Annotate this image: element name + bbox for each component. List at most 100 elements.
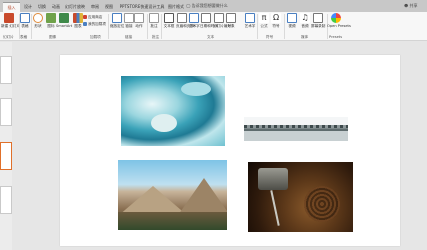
- symbol-button[interactable]: Ω 符号: [270, 13, 282, 33]
- store-icon: [83, 15, 87, 19]
- symbol-label: 符号: [272, 24, 280, 28]
- shapes-label: 形状: [34, 24, 42, 28]
- screen-recording-icon: [313, 13, 323, 23]
- action-label: 动作: [135, 24, 143, 28]
- divider: [284, 14, 285, 39]
- video-label: 视频: [288, 24, 296, 28]
- slide-thumbnail[interactable]: [0, 98, 12, 126]
- date-time-label: 日期和时间: [200, 24, 218, 28]
- slide-canvas[interactable]: [60, 55, 400, 246]
- share-button[interactable]: ☻ 共享: [404, 2, 417, 9]
- audio-button[interactable]: ♫ 音频: [299, 13, 311, 33]
- new-slide-button[interactable]: 新建 幻灯片: [1, 13, 20, 33]
- slide-thumbnail-panel[interactable]: [0, 42, 12, 250]
- header-footer-label: 页眉和页脚: [176, 24, 194, 28]
- textbox-button[interactable]: 文本框: [163, 13, 175, 33]
- tab-design[interactable]: 设计: [21, 2, 35, 12]
- table-icon: [20, 13, 30, 23]
- pi-icon: π: [259, 13, 269, 23]
- slide-number-button[interactable]: 幻灯片编号: [213, 13, 231, 33]
- comment-icon: [149, 13, 159, 23]
- divider: [147, 14, 148, 39]
- slide-thumbnail-selected[interactable]: [0, 142, 12, 170]
- lightbulb-icon: ◯: [186, 3, 191, 8]
- calendar-icon: [201, 13, 211, 23]
- object-button[interactable]: 对象: [226, 13, 236, 33]
- chart-icon: [73, 13, 83, 23]
- person-icon: ☻: [404, 3, 409, 8]
- wordart-label: 艺术字: [189, 24, 200, 28]
- tab-view[interactable]: 视图: [102, 2, 116, 12]
- ribbon: 新建 幻灯片 表格 形状 图标 SmartArt 图表 应用商店 我的加载项 缩…: [0, 12, 427, 41]
- wordart-button[interactable]: 艺术字: [189, 13, 200, 33]
- tab-insert[interactable]: 插入: [3, 2, 20, 12]
- action-button[interactable]: 动作: [134, 13, 144, 33]
- equation-label: 公式: [260, 24, 268, 28]
- object-label: 对象: [227, 24, 235, 28]
- tab-slideshow[interactable]: 幻灯片放映: [63, 2, 87, 12]
- tell-me-box[interactable]: ◯ 告诉我您想要做什么: [186, 2, 294, 9]
- screen-recording-button[interactable]: 屏幕录制: [311, 13, 325, 33]
- my-addins-label: 我的加载项: [88, 22, 106, 26]
- screen-recording-label: 屏幕录制: [311, 24, 326, 28]
- smartart-icon: [59, 13, 69, 23]
- comment-label: 批注: [150, 24, 158, 28]
- group-label-media: 媒体: [301, 35, 309, 39]
- table-button[interactable]: 表格: [20, 13, 30, 33]
- group-label-tables: 表格: [20, 35, 28, 39]
- shapes-icon: [33, 13, 43, 23]
- ice-image-detail: [151, 114, 177, 132]
- group-label-symbols: 符号: [266, 35, 274, 39]
- coffee-image[interactable]: [248, 162, 353, 232]
- group-label-comments: 批注: [152, 35, 160, 39]
- divider: [108, 14, 109, 39]
- smartart-label: SmartArt: [56, 24, 73, 28]
- mountain-image[interactable]: [118, 160, 227, 230]
- link-button[interactable]: 链接: [124, 13, 134, 33]
- my-addins-button[interactable]: 我的加载项: [83, 22, 106, 27]
- addins-icon: [83, 22, 87, 26]
- slide-number-label: 幻灯片编号: [213, 24, 231, 28]
- ribbon-tab-bar: 插入 设计 切换 动画 幻灯片放映 审阅 视图 PPTSTORE快速设计工具 图…: [0, 0, 427, 12]
- lake-image-detail: [244, 125, 348, 128]
- lake-image[interactable]: [244, 117, 348, 141]
- icons-icon: [46, 13, 56, 23]
- video-button[interactable]: 视频: [286, 13, 298, 33]
- header-footer-button[interactable]: 页眉和页脚: [176, 13, 194, 33]
- speaker-icon: ♫: [300, 13, 310, 23]
- link-icon: [124, 13, 134, 23]
- store-button[interactable]: 应用商店: [83, 15, 102, 20]
- ice-image[interactable]: [121, 76, 225, 146]
- link-label: 链接: [125, 24, 133, 28]
- tab-transitions[interactable]: 切换: [35, 2, 49, 12]
- group-label-addins: 加载项: [90, 35, 101, 39]
- group-label-links: 链接: [125, 35, 133, 39]
- textbox-label: 文本框: [163, 24, 175, 28]
- wordart-a-icon: [245, 13, 255, 23]
- tab-pptstore[interactable]: PPTSTORE快速设计工具: [118, 2, 166, 12]
- slide-thumbnail[interactable]: [0, 56, 12, 84]
- tab-picture-format[interactable]: 图片格式: [166, 2, 186, 12]
- new-slide-icon: [4, 13, 14, 23]
- smartart-button[interactable]: SmartArt: [56, 13, 72, 33]
- coffee-image-detail: [304, 186, 340, 222]
- equation-button[interactable]: π 公式: [258, 13, 270, 33]
- zoom-button[interactable]: 缩放定位: [110, 13, 124, 33]
- open-presets-label: Open Presets: [327, 24, 351, 28]
- wordart-large-button[interactable]: 艺术字: [244, 13, 256, 33]
- slide-number-icon: [214, 13, 224, 23]
- omega-icon: Ω: [271, 13, 281, 23]
- open-presets-button[interactable]: Open Presets: [327, 13, 351, 33]
- tab-review[interactable]: 审阅: [88, 2, 102, 12]
- shapes-button[interactable]: 形状: [32, 13, 44, 33]
- comment-button[interactable]: 批注: [149, 13, 159, 33]
- divider: [161, 14, 162, 39]
- wordart-large-label: 艺术字: [244, 24, 256, 28]
- slide-thumbnail[interactable]: [0, 186, 12, 214]
- zoom-label: 缩放定位: [110, 24, 125, 28]
- ice-image-detail: [181, 82, 211, 96]
- coffee-image-detail: [258, 168, 288, 190]
- tab-animations[interactable]: 动画: [49, 2, 63, 12]
- table-label: 表格: [21, 24, 29, 28]
- date-time-button[interactable]: 日期和时间: [200, 13, 218, 33]
